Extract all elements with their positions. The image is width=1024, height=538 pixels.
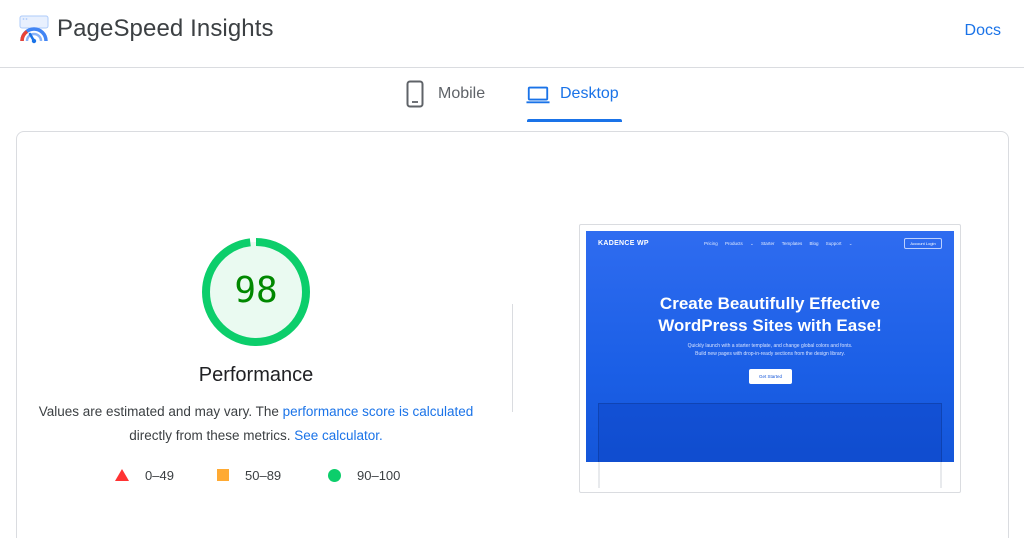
screenshot-logo: KADENCE WP — [598, 240, 649, 247]
legend-range-pass: 90–100 — [357, 467, 401, 483]
laptop-icon — [526, 86, 550, 104]
device-tabs: Mobile Desktop — [0, 68, 1024, 126]
screenshot-subtext-line-1: Quickly launch with a starter template, … — [687, 343, 853, 349]
tab-desktop[interactable]: Desktop — [526, 80, 619, 124]
tab-desktop-label: Desktop — [560, 85, 619, 102]
circle-icon — [328, 468, 341, 482]
screenshot-login-button: Account Login — [904, 238, 942, 249]
screenshot-headline: Create Beautifully Effective WordPress S… — [586, 293, 954, 337]
performance-score: 98 — [234, 270, 278, 311]
screenshot-headline-line-2: WordPress Sites with Ease! — [658, 316, 882, 335]
legend-range-average: 50–89 — [245, 467, 282, 483]
description-text-1: Values are estimated and may vary. The — [38, 404, 283, 419]
legend-item-average: 50–89 — [217, 466, 281, 484]
tab-mobile[interactable]: Mobile — [404, 80, 485, 124]
legend-item-fail: 0–49 — [115, 466, 174, 484]
vertical-divider — [512, 304, 513, 412]
docs-link[interactable]: Docs — [965, 22, 1001, 40]
screenshot-edge-right — [940, 462, 942, 488]
app-header: PageSpeed Insights Docs — [0, 0, 1024, 68]
performance-score-calculated-link[interactable]: performance score is calculated — [283, 404, 474, 419]
screenshot-panel — [598, 403, 942, 462]
screenshot-nav: KADENCE WP Pricing Products ⌄ Starter Te… — [586, 231, 954, 259]
legend-range-fail: 0–49 — [145, 467, 174, 483]
page-screenshot: KADENCE WP Pricing Products ⌄ Starter Te… — [579, 224, 961, 493]
performance-label: Performance — [198, 364, 314, 386]
description-text-2: directly from these metrics. — [129, 428, 295, 443]
selected-tab-indicator — [527, 119, 622, 122]
pagespeed-logo-icon — [19, 15, 49, 44]
screenshot-subtext: Quickly launch with a starter template, … — [646, 342, 894, 358]
screenshot-headline-line-1: Create Beautifully Effective — [659, 294, 881, 313]
screenshot-hero: KADENCE WP Pricing Products ⌄ Starter Te… — [586, 231, 954, 462]
phone-icon — [406, 80, 424, 108]
screenshot-edge-left — [598, 462, 600, 488]
square-icon — [217, 469, 229, 481]
screenshot-cta-button: Get Started — [749, 369, 792, 384]
legend-item-pass: 90–100 — [328, 466, 400, 484]
triangle-icon — [115, 469, 129, 481]
see-calculator-link[interactable]: See calculator. — [294, 428, 383, 443]
screenshot-menu: Pricing Products ⌄ Starter Templates Blo… — [704, 241, 853, 246]
score-description: Values are estimated and may vary. The p… — [28, 400, 484, 448]
app-title: PageSpeed Insights — [57, 15, 274, 42]
tab-mobile-label: Mobile — [438, 85, 486, 102]
screenshot-subtext-line-2: Build new pages with drop-in-ready secti… — [695, 351, 845, 357]
